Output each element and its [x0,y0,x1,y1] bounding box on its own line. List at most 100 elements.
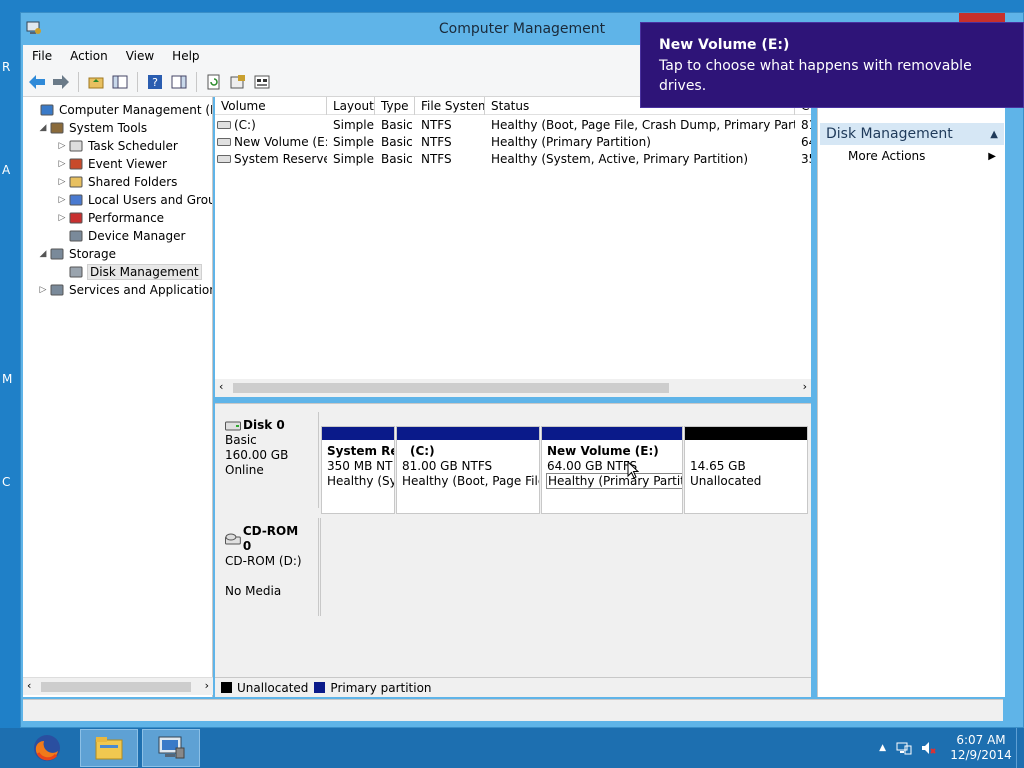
expand-arrow-icon[interactable]: ▷ [56,141,68,151]
clock[interactable]: 6:07 AM 12/9/2014 [946,733,1016,763]
volume-row[interactable]: New Volume (E:) Simple Basic NTFS Healthy (P… [215,134,811,151]
menu-file[interactable]: File [23,49,61,63]
tree-item-label: Performance [88,211,165,225]
tree-item[interactable]: ▷ Performance [56,209,165,227]
collapse-caret-icon[interactable]: ▲ [990,129,998,140]
column-type[interactable]: Type [375,97,415,115]
mouse-cursor-icon [627,461,639,479]
volume-drive-icon [217,118,234,132]
volume-row[interactable]: (C:) Simple Basic NTFS Healthy (Boot, Page F… [215,117,811,134]
disk-size: 160.00 GB [225,448,289,462]
toolbar-separator [196,71,197,92]
column-file-system[interactable]: File System [415,97,485,115]
back-arrow-icon [29,74,45,89]
menu-action[interactable]: Action [61,49,117,63]
tree-item-label: Device Manager [88,229,186,243]
help-button[interactable]: ? [145,72,165,92]
show-hidden-icons-icon[interactable]: ▲ [879,743,886,753]
forward-arrow-icon [53,74,69,89]
computer-management-icon [39,102,55,118]
scroll-right-icon[interactable]: › [205,679,209,692]
tree-horizontal-scrollbar[interactable]: ‹ › [23,677,213,695]
partition-new-volume-e[interactable]: New Volume (E:) 64.00 GB NTFS Healthy (P… [541,426,683,514]
volume-cell-status: Healthy (Boot, Page File, Crash Dump, Pr… [485,117,795,134]
storage-icon [49,246,65,262]
more-actions-item[interactable]: More Actions ▶ [848,147,998,165]
event-viewer-icon [68,156,84,172]
tree-item[interactable]: ◢ System Tools [37,119,148,137]
partition-c[interactable]: (C:) 81.00 GB NTFS Healthy (Boot, Page F… [396,426,540,514]
volume-muted-icon[interactable] [920,740,936,756]
disk-graphical-view: Disk 0 Basic 160.00 GB Online System Re … [215,403,811,679]
folder-up-icon [88,77,104,88]
tree-item[interactable]: ▷ Event Viewer [56,155,167,173]
expand-arrow-icon[interactable]: ▷ [56,195,68,205]
tree-item[interactable]: ▷ Shared Folders [56,173,178,191]
cdrom-0-label[interactable]: CD-ROM 0 CD-ROM (D:) No Media [217,518,319,616]
tree-item[interactable]: ▷ Task Scheduler [56,137,178,155]
scroll-left-icon[interactable]: ‹ [27,679,31,692]
volume-cell-fs: NTFS [415,134,485,151]
scroll-right-icon[interactable]: › [803,380,807,393]
column-layout[interactable]: Layout [327,97,375,115]
taskbar-firefox[interactable] [18,729,76,767]
forward-button[interactable] [51,72,71,92]
partition-unallocated[interactable]: 14.65 GB Unallocated [684,426,808,514]
disk-state: Online [225,463,264,477]
expand-arrow-icon[interactable]: ◢ [37,249,49,259]
back-button[interactable] [27,72,47,92]
volume-cell-text: Basic [381,152,413,166]
volume-row[interactable]: System Reserved Simple Basic NTFS Healthy (S… [215,151,811,168]
disk-properties-button[interactable] [252,72,272,92]
taskbar-computer-management[interactable] [142,729,200,767]
tree-item[interactable]: Device Manager [56,227,185,245]
computer-management-window: Computer Management File Action View Hel… [20,12,1024,728]
refresh-button[interactable] [204,72,224,92]
expand-arrow-icon[interactable]: ◢ [37,123,49,133]
expand-arrow-icon[interactable]: ▷ [56,177,68,187]
file-explorer-icon [95,737,123,760]
desktop-icon-label: A [2,163,11,177]
volume-drive-icon [217,152,234,166]
tree-item[interactable]: ◢ Storage [37,245,116,263]
cdrom-area [320,518,810,616]
desktop-edge: R A M C [0,0,22,728]
partition-status: Unallocated [690,474,762,488]
services-icon [49,282,65,298]
show-desktop-button[interactable] [1016,728,1024,768]
column-volume[interactable]: Volume [215,97,327,115]
scroll-left-icon[interactable]: ‹ [219,380,223,393]
tree-item[interactable]: ▷ Services and Applications [37,281,212,299]
scrollbar-thumb[interactable] [233,383,669,393]
tree-item[interactable]: ▷ Local Users and Groups [56,191,212,209]
taskbar-file-explorer[interactable] [80,729,138,767]
disk-0-label[interactable]: Disk 0 Basic 160.00 GB Online [217,412,319,508]
partition-status: Healthy (Sy [327,474,394,488]
show-hide-tree-button[interactable] [110,72,130,92]
properties-button[interactable] [228,72,248,92]
desktop-icon-label: M [2,372,13,386]
menu-help[interactable]: Help [163,49,208,63]
volume-list-horizontal-scrollbar[interactable]: ‹ › [215,379,811,397]
autoplay-toast-notification[interactable]: New Volume (E:) Tap to choose what happe… [640,22,1024,108]
partition-size: 14.65 GB [690,459,746,473]
tree-item[interactable]: Disk Management [56,263,202,281]
network-icon[interactable] [896,740,912,756]
expand-arrow-icon[interactable]: ▷ [37,285,49,295]
partition-title: System Re [327,444,394,458]
expand-arrow-icon[interactable]: ▷ [56,159,68,169]
system-tools-icon [49,120,65,136]
partition-system-reserved[interactable]: System Re 350 MB NT Healthy (Sy [321,426,395,514]
partition-size: 350 MB NT [327,459,393,473]
tree-item[interactable]: Computer Management (Local [27,101,212,119]
actions-section-disk-management[interactable]: Disk Management ▲ [820,123,1004,145]
disk-name: Disk 0 [243,418,285,432]
scrollbar-thumb[interactable] [41,682,191,692]
menu-view[interactable]: View [117,49,163,63]
volume-cell-text: NTFS [421,118,452,132]
tree-item-label: System Tools [69,121,148,135]
show-hide-action-pane-button[interactable] [169,72,189,92]
expand-arrow-icon[interactable]: ▷ [56,213,68,223]
up-folder-button[interactable] [86,72,106,92]
volume-cell-type: Basic [375,117,415,134]
